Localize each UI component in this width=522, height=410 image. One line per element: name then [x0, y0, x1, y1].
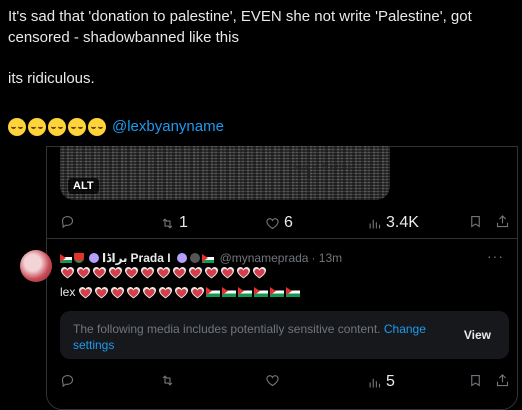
palestine-flag-icon — [238, 287, 253, 297]
views-count: 5 — [386, 373, 395, 390]
heart-flag-emoji-icon — [158, 286, 173, 299]
palestine-flag-icon — [286, 287, 301, 297]
palestine-flag-icon — [222, 287, 237, 297]
heart-flag-emoji-icon — [124, 266, 139, 279]
heart-flag-emoji-icon — [110, 286, 125, 299]
display-name[interactable]: Prada I — [131, 250, 171, 266]
purple-circle-icon — [89, 253, 99, 263]
reply-button[interactable] — [60, 373, 75, 388]
share-button[interactable] — [495, 214, 510, 229]
reply-icon — [61, 374, 74, 388]
reply-handle[interactable]: @mynameprada — [220, 250, 309, 266]
post-line-2: censored - shadowbanned like this — [8, 29, 239, 46]
pensive-face-icon — [8, 118, 26, 136]
heart-flag-emoji-icon — [188, 266, 203, 279]
heart-flag-emoji-icon — [174, 286, 189, 299]
heart-flag-emoji-icon — [78, 286, 93, 299]
heart-flag-emoji-icon — [156, 266, 171, 279]
sensitive-message: The following media includes potentially… — [73, 322, 381, 336]
repost-button[interactable] — [160, 373, 175, 388]
palestine-flag-icon — [254, 287, 269, 297]
quoted-media-image[interactable]: Dogs so Flashing... ALT — [60, 146, 390, 200]
repost-button[interactable]: 1 — [160, 214, 188, 232]
heart-flag-emoji-icon — [60, 266, 75, 279]
media-caption: Dogs so Flashing... — [293, 164, 362, 171]
heart-flag-emoji-icon — [92, 266, 107, 279]
display-name-prefix: براڈا — [102, 251, 128, 265]
more-options-button[interactable]: ··· — [487, 248, 504, 264]
pensive-face-icon — [48, 118, 66, 136]
like-count: 6 — [284, 214, 293, 231]
bookmark-icon — [471, 374, 480, 387]
reply-icon — [61, 215, 74, 229]
cat-icon — [189, 253, 200, 263]
share-icon — [496, 374, 509, 387]
like-button[interactable] — [265, 373, 280, 388]
palestine-flag-icon — [270, 287, 285, 297]
pensive-face-icon — [28, 118, 46, 136]
repost-count: 1 — [179, 214, 188, 231]
watermelon-icon — [74, 253, 84, 263]
post-line-3: its ridiculous. — [8, 70, 95, 87]
views-button[interactable]: 5 — [367, 373, 395, 391]
thread-divider — [47, 238, 517, 239]
reply-header: براڈا Prada I @mynameprada · 13m — [60, 250, 342, 266]
palestine-flag-icon — [201, 253, 214, 263]
pensive-face-icon — [88, 118, 106, 136]
like-button[interactable]: 6 — [265, 214, 293, 232]
reply-button[interactable] — [60, 214, 75, 229]
heart-flag-emoji-icon — [76, 266, 91, 279]
views-icon — [369, 378, 381, 387]
bookmark-button[interactable] — [468, 214, 483, 229]
palestine-flag-icon — [60, 253, 72, 263]
views-count: 3.4K — [386, 214, 419, 231]
sensitive-content-notice: The following media includes potentially… — [60, 311, 509, 359]
repost-icon — [162, 375, 173, 386]
heart-flag-emoji-icon — [140, 266, 155, 279]
heart-flag-emoji-icon — [108, 266, 123, 279]
bookmark-button[interactable] — [468, 373, 483, 388]
share-button[interactable] — [495, 373, 510, 388]
heart-flag-emoji-icon — [236, 266, 251, 279]
view-button[interactable]: View — [464, 328, 491, 342]
alt-badge[interactable]: ALT — [68, 178, 99, 194]
heart-flag-emoji-icon — [172, 266, 187, 279]
heart-flag-emoji-icon — [142, 286, 157, 299]
pensive-face-icon — [68, 118, 86, 136]
palestine-flag-icon — [206, 287, 221, 297]
mention-link[interactable]: @lexbyanyname — [112, 116, 224, 138]
emoji-mention-row: @lexbyanyname — [8, 116, 224, 138]
post-line-1: It's sad that 'donation to palestine', E… — [8, 8, 472, 25]
heart-flag-emoji-icon — [190, 286, 205, 299]
share-icon — [496, 215, 509, 228]
reply-emoji-line-2: lex — [60, 285, 302, 299]
reply-time[interactable]: · 13m — [311, 250, 342, 266]
heart-flag-emoji-icon — [204, 266, 219, 279]
sensitive-text: The following media includes potentially… — [73, 321, 443, 353]
purple-circle-icon — [176, 253, 187, 263]
reply-lex-text: lex — [60, 285, 76, 299]
media-mark — [307, 168, 310, 178]
views-icon — [369, 219, 381, 228]
heart-icon — [266, 375, 279, 387]
repost-icon — [162, 217, 173, 229]
avatar[interactable] — [20, 250, 52, 282]
heart-icon — [266, 217, 279, 229]
heart-flag-emoji-icon — [94, 286, 109, 299]
heart-flag-emoji-icon — [252, 266, 267, 279]
views-button[interactable]: 3.4K — [367, 214, 419, 232]
heart-flag-emoji-icon — [126, 286, 141, 299]
reply-emoji-line — [60, 266, 268, 279]
post-text: It's sad that 'donation to palestine', E… — [8, 6, 514, 89]
bookmark-icon — [471, 215, 480, 228]
heart-flag-emoji-icon — [220, 266, 235, 279]
